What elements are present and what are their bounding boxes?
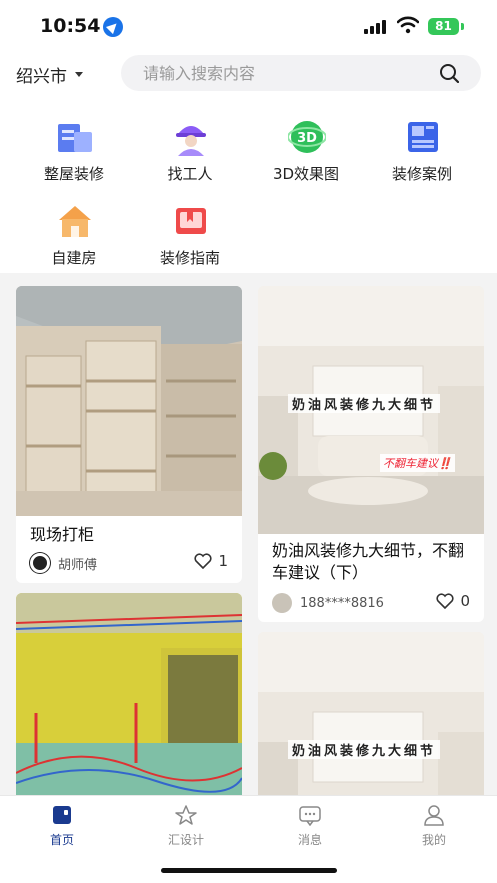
tab-label: 我的 xyxy=(421,833,446,847)
category-3d-render[interactable]: 3D 3D效果图 xyxy=(251,114,361,186)
card-image xyxy=(16,286,242,516)
tab-profile[interactable]: 我的 xyxy=(389,804,479,848)
search-input[interactable] xyxy=(143,55,423,91)
like-count[interactable]: 1 xyxy=(194,552,228,570)
whole-house-icon xyxy=(58,124,92,152)
heart-icon xyxy=(436,593,454,609)
status-time: 10:54 xyxy=(40,15,101,37)
self-build-house-icon xyxy=(59,206,91,237)
category-label: 找工人 xyxy=(167,165,213,183)
like-number: 0 xyxy=(460,592,470,610)
feed-card[interactable]: 现场打柜 胡师傅 1 xyxy=(16,286,242,583)
tab-design[interactable]: 汇设计 xyxy=(141,804,231,848)
location-arrow-icon xyxy=(103,17,123,37)
author-name: 胡师傅 xyxy=(58,557,98,573)
design-icon xyxy=(175,805,197,825)
category-label: 装修指南 xyxy=(159,249,220,267)
search-bar[interactable] xyxy=(121,55,481,91)
battery-tip xyxy=(461,23,464,30)
message-icon xyxy=(299,806,321,826)
status-bar: 10:54 81 xyxy=(0,0,497,52)
card-image xyxy=(16,593,242,803)
city-selector[interactable]: 绍兴市 xyxy=(16,62,83,87)
category-label: 装修案例 xyxy=(391,165,452,183)
feed-card[interactable] xyxy=(16,593,242,803)
card-author: 188****8816 xyxy=(272,593,384,613)
wifi-icon xyxy=(397,16,419,34)
header: 绍兴市 整屋装修 找工人 xyxy=(0,52,497,273)
category-label: 自建房 xyxy=(51,249,97,267)
battery-indicator: 81 xyxy=(428,18,459,35)
category-find-worker[interactable]: 找工人 xyxy=(135,114,245,186)
image-overlay-text: 奶油风装修九大细节 xyxy=(288,740,441,759)
avatar xyxy=(272,593,292,613)
category-case[interactable]: 装修案例 xyxy=(367,114,477,186)
profile-icon xyxy=(424,805,444,826)
like-number: 1 xyxy=(218,552,228,570)
tab-label: 首页 xyxy=(49,833,74,847)
feed-card[interactable]: 奶油风装修九大细节 xyxy=(258,632,484,803)
category-whole-house[interactable]: 整屋装修 xyxy=(19,114,129,186)
tab-messages[interactable]: 消息 xyxy=(265,804,355,848)
author-name: 188****8816 xyxy=(300,595,384,611)
category-guide[interactable]: 装修指南 xyxy=(135,198,245,270)
tab-label: 汇设计 xyxy=(167,833,204,847)
image-overlay-tag: 不翻车建议‼️ xyxy=(380,454,455,472)
card-author: 胡师傅 xyxy=(30,553,97,573)
avatar xyxy=(30,553,50,573)
home-indicator[interactable] xyxy=(161,868,337,873)
card-title: 现场打柜 xyxy=(30,525,95,544)
like-count[interactable]: 0 xyxy=(436,592,470,610)
guide-book-icon xyxy=(176,208,206,234)
card-image xyxy=(258,632,484,803)
city-name: 绍兴市 xyxy=(16,67,67,87)
case-icon xyxy=(408,122,438,152)
search-icon[interactable] xyxy=(439,63,459,83)
cellular-signal-icon xyxy=(364,20,388,34)
svg-text:3D: 3D xyxy=(297,131,317,146)
worker-icon xyxy=(176,126,206,156)
card-title: 奶油风装修九大细节，不翻车建议（下） xyxy=(272,541,465,582)
home-icon xyxy=(53,806,71,824)
tab-home[interactable]: 首页 xyxy=(17,804,107,848)
image-overlay-text: 奶油风装修九大细节 xyxy=(288,394,441,413)
tab-label: 消息 xyxy=(297,833,322,847)
heart-icon xyxy=(194,553,212,569)
feed-card[interactable]: 奶油风装修九大细节 不翻车建议‼️ 奶油风装修九大细节，不翻车建议（下） 188… xyxy=(258,286,484,622)
category-label: 整屋装修 xyxy=(43,165,104,183)
category-label: 3D效果图 xyxy=(272,165,340,183)
3d-render-icon: 3D xyxy=(288,121,326,153)
caret-down-icon xyxy=(75,72,83,77)
category-self-build[interactable]: 自建房 xyxy=(19,198,129,270)
